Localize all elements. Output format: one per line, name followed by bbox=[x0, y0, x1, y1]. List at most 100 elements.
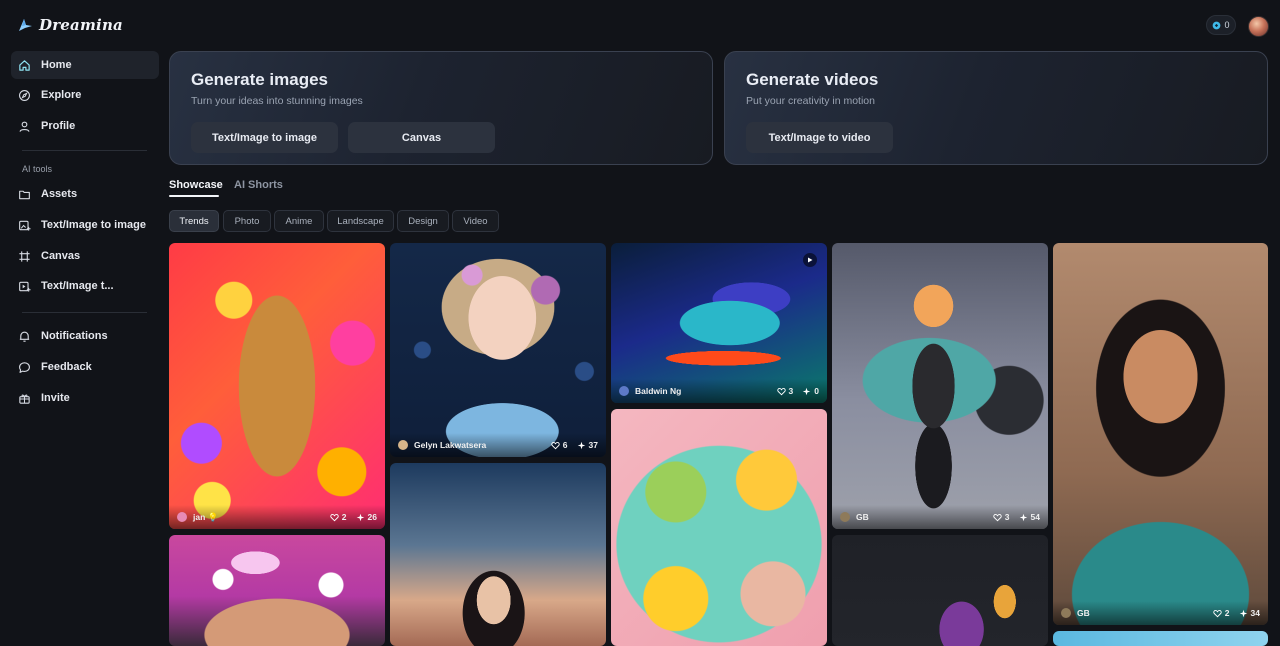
sidebar-item-label: Canvas bbox=[41, 250, 81, 262]
card-meta: jan 💡 2 26 bbox=[169, 505, 385, 529]
tab-showcase[interactable]: Showcase bbox=[169, 179, 223, 191]
remix-stat[interactable]: 34 bbox=[1239, 608, 1260, 618]
sidebar-item-label: Feedback bbox=[41, 361, 92, 373]
text-image-to-image-button[interactable]: Text/Image to image bbox=[191, 122, 338, 153]
sidebar-item-label: Text/Image to image bbox=[41, 219, 146, 231]
author-name: Gelyn Lakwatsera bbox=[414, 440, 487, 450]
heart-icon bbox=[330, 513, 339, 521]
remix-stat[interactable]: 26 bbox=[356, 512, 377, 522]
author-avatar bbox=[177, 512, 187, 522]
gallery-card[interactable]: GB 2 34 bbox=[1053, 243, 1268, 625]
sparkle-icon bbox=[356, 513, 364, 521]
generate-videos-card: Generate videos Put your creativity in m… bbox=[724, 51, 1268, 165]
folder-icon bbox=[19, 190, 30, 199]
sidebar-item-text-image-to-image[interactable]: Text/Image to image bbox=[11, 211, 159, 239]
filter-landscape[interactable]: Landscape bbox=[327, 210, 394, 232]
canvas-icon bbox=[19, 250, 30, 262]
sidebar-divider bbox=[22, 150, 147, 151]
filter-video[interactable]: Video bbox=[452, 210, 499, 232]
sidebar-item-label: Text/Image t... bbox=[41, 280, 114, 292]
like-count: 6 bbox=[562, 440, 568, 450]
user-avatar[interactable] bbox=[1248, 16, 1269, 37]
generate-images-title: Generate images bbox=[191, 70, 329, 89]
remix-count: 37 bbox=[588, 440, 598, 450]
remix-count: 34 bbox=[1250, 608, 1260, 618]
heart-icon bbox=[551, 441, 560, 449]
tab-underline bbox=[169, 195, 219, 197]
author-name: jan 💡 bbox=[193, 511, 219, 522]
gallery-card[interactable]: GB 3 54 bbox=[832, 243, 1048, 529]
sidebar-item-feedback[interactable]: Feedback bbox=[11, 353, 159, 381]
generate-images-card: Generate images Turn your ideas into stu… bbox=[169, 51, 713, 165]
remix-count: 26 bbox=[367, 512, 377, 522]
canvas-button[interactable]: Canvas bbox=[348, 122, 495, 153]
remix-stat[interactable]: 0 bbox=[802, 386, 819, 396]
card-meta: GB 2 34 bbox=[1053, 601, 1268, 625]
sidebar-item-canvas[interactable]: Canvas bbox=[11, 242, 159, 270]
author-avatar bbox=[840, 512, 850, 522]
gallery-card[interactable]: Gelyn Lakwatsera 6 37 bbox=[390, 243, 606, 457]
sidebar-item-label: Assets bbox=[41, 188, 78, 200]
gallery-card[interactable]: jan 💡 2 26 bbox=[169, 243, 385, 529]
credits-badge[interactable]: 0 bbox=[1206, 15, 1236, 35]
sidebar-item-assets[interactable]: Assets bbox=[11, 180, 159, 208]
heart-icon bbox=[1213, 609, 1222, 617]
app-logo[interactable]: Dreamina bbox=[17, 16, 123, 34]
generate-videos-title: Generate videos bbox=[746, 70, 879, 89]
gallery-card[interactable] bbox=[390, 463, 606, 646]
generate-images-subtitle: Turn your ideas into stunning images bbox=[191, 95, 363, 107]
sidebar-item-profile[interactable]: Profile bbox=[11, 112, 159, 140]
filter-design[interactable]: Design bbox=[397, 210, 449, 232]
gift-icon bbox=[19, 394, 30, 404]
sidebar-divider bbox=[22, 312, 147, 313]
text-image-to-video-button[interactable]: Text/Image to video bbox=[746, 122, 893, 153]
like-stat[interactable]: 3 bbox=[993, 512, 1010, 522]
dreamina-logo-icon bbox=[19, 19, 32, 31]
video-plus-icon bbox=[19, 281, 31, 292]
heart-icon bbox=[776, 387, 786, 395]
tab-ai-shorts[interactable]: AI Shorts bbox=[234, 179, 283, 191]
gallery-card[interactable] bbox=[169, 535, 385, 646]
sidebar-item-text-image-to-video[interactable]: Text/Image t... bbox=[11, 272, 159, 300]
card-meta: Baldwin Ng 3 0 bbox=[611, 379, 827, 403]
remix-stat[interactable]: 54 bbox=[1019, 512, 1040, 522]
card-meta: GB 3 54 bbox=[832, 505, 1048, 529]
sparkle-icon bbox=[577, 441, 585, 449]
compass-icon bbox=[19, 89, 30, 101]
like-stat[interactable]: 3 bbox=[776, 386, 794, 396]
sparkle-icon bbox=[1019, 513, 1027, 521]
sidebar-item-notifications[interactable]: Notifications bbox=[11, 322, 159, 350]
gallery-card[interactable] bbox=[832, 535, 1048, 646]
filter-anime[interactable]: Anime bbox=[274, 210, 324, 232]
like-stat[interactable]: 2 bbox=[330, 512, 347, 522]
credit-icon bbox=[1213, 21, 1221, 29]
gallery-card[interactable] bbox=[611, 409, 827, 646]
remix-stat[interactable]: 37 bbox=[577, 440, 598, 450]
card-meta: Gelyn Lakwatsera 6 37 bbox=[390, 433, 606, 457]
author-name: GB bbox=[1077, 608, 1090, 618]
sidebar-item-home[interactable]: Home bbox=[11, 51, 159, 79]
like-count: 3 bbox=[788, 386, 794, 396]
author-name: GB bbox=[856, 512, 869, 522]
generate-videos-subtitle: Put your creativity in motion bbox=[746, 95, 875, 107]
play-icon[interactable] bbox=[803, 253, 817, 267]
image-plus-icon bbox=[19, 220, 31, 231]
section-label-ai-tools: AI tools bbox=[22, 164, 53, 174]
home-icon bbox=[19, 59, 30, 71]
gallery-card[interactable] bbox=[1053, 631, 1268, 646]
chat-icon bbox=[19, 361, 30, 373]
sidebar-item-label: Invite bbox=[41, 392, 70, 404]
user-icon bbox=[19, 121, 30, 132]
like-stat[interactable]: 6 bbox=[551, 440, 568, 450]
app-name: Dreamina bbox=[39, 16, 123, 34]
sidebar-item-invite[interactable]: Invite bbox=[11, 384, 159, 412]
sidebar-item-explore[interactable]: Explore bbox=[11, 81, 159, 109]
author-avatar bbox=[1061, 608, 1071, 618]
author-avatar bbox=[398, 440, 408, 450]
filter-trends[interactable]: Trends bbox=[169, 210, 219, 232]
like-stat[interactable]: 2 bbox=[1213, 608, 1230, 618]
filter-photo[interactable]: Photo bbox=[223, 210, 271, 232]
like-count: 2 bbox=[341, 512, 347, 522]
gallery-card[interactable]: Baldwin Ng 3 0 bbox=[611, 243, 827, 403]
sidebar-item-label: Home bbox=[41, 59, 72, 71]
